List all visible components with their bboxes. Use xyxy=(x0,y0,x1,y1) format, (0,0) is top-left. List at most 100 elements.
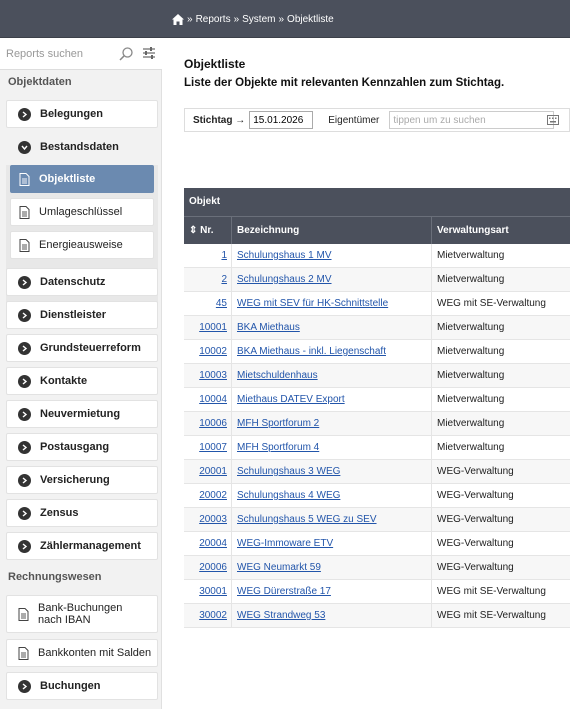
object-name-link[interactable]: BKA Miethaus xyxy=(237,322,300,333)
cell-bezeichnung: Schulungshaus 5 WEG zu SEV xyxy=(232,508,432,531)
sidebar-item-label: Dienstleister xyxy=(40,309,107,321)
search-input[interactable] xyxy=(0,38,110,69)
object-name-link[interactable]: BKA Miethaus - inkl. Liegenschaft xyxy=(237,346,386,357)
object-number-link[interactable]: 10004 xyxy=(199,394,227,405)
sidebar-item-belegungen[interactable]: Belegungen xyxy=(6,100,158,128)
sidebar-item-bestandsdaten[interactable]: Bestandsdaten xyxy=(6,133,158,161)
page-title: Objektliste xyxy=(184,57,246,71)
sidebar-item-label: Versicherung xyxy=(40,474,110,486)
object-number-link[interactable]: 20002 xyxy=(199,490,227,501)
home-icon[interactable] xyxy=(172,13,184,25)
stichtag-label: Stichtag → xyxy=(193,114,246,126)
sidebar-item-zensus[interactable]: Zensus xyxy=(6,499,158,527)
table-group-header: Objekt xyxy=(184,188,570,216)
object-number-link[interactable]: 20006 xyxy=(199,562,227,573)
object-number-link[interactable]: 10002 xyxy=(199,346,227,357)
cell-nr: 10003 xyxy=(184,364,232,387)
object-name-link[interactable]: Schulungshaus 2 MV xyxy=(237,274,332,285)
cell-nr: 10007 xyxy=(184,436,232,459)
sidebar-item-kontakte[interactable]: Kontakte xyxy=(6,367,158,395)
cell-bezeichnung: WEG Strandweg 53 xyxy=(232,604,432,627)
sidebar-item-zaehlermanagement[interactable]: Zählermanagement xyxy=(6,532,158,560)
object-number-link[interactable]: 10006 xyxy=(199,418,227,429)
cell-nr: 1 xyxy=(184,244,232,267)
object-name-link[interactable]: Schulungshaus 4 WEG xyxy=(237,490,340,501)
eigentuemer-input[interactable] xyxy=(389,111,555,129)
object-name-link[interactable]: WEG Strandweg 53 xyxy=(237,610,325,621)
column-header-bezeichnung[interactable]: Bezeichnung xyxy=(232,217,432,244)
sidebar-item-label: Grundsteuerreform xyxy=(40,342,141,354)
table-row: 30002 WEG Strandweg 53 WEG mit SE-Verwaltu… xyxy=(184,604,570,628)
object-number-link[interactable]: 20003 xyxy=(199,514,227,525)
cell-verwaltungsart: WEG-Verwaltung xyxy=(437,514,514,525)
cell-verwaltungsart: Mietverwaltung xyxy=(437,346,505,357)
sidebar-item-postausgang[interactable]: Postausgang xyxy=(6,433,158,461)
object-number-link[interactable]: 1 xyxy=(221,250,227,261)
chevron-right-icon xyxy=(18,679,31,693)
sidebar-item-dienstleister[interactable]: Dienstleister xyxy=(6,301,158,329)
object-number-link[interactable]: 30002 xyxy=(199,610,227,621)
object-number-link[interactable]: 20004 xyxy=(199,538,227,549)
object-name-link[interactable]: MFH Sportforum 4 xyxy=(237,442,319,453)
stichtag-input[interactable] xyxy=(249,111,314,129)
object-name-link[interactable]: Schulungshaus 5 WEG zu SEV xyxy=(237,514,377,525)
chevron-right-icon xyxy=(18,407,31,421)
document-icon xyxy=(18,646,29,660)
sidebar-item-umlageschluessel[interactable]: Umlageschlüssel xyxy=(10,198,154,226)
object-number-link[interactable]: 10001 xyxy=(199,322,227,333)
chevron-right-icon xyxy=(18,506,31,520)
object-name-link[interactable]: WEG Dürerstraße 17 xyxy=(237,586,331,597)
chevron-right-icon xyxy=(18,440,31,454)
sidebar-item-versicherung[interactable]: Versicherung xyxy=(6,466,158,494)
object-number-link[interactable]: 2 xyxy=(221,274,227,285)
sidebar-item-buchungen[interactable]: Buchungen xyxy=(6,672,158,700)
search-icon[interactable] xyxy=(118,46,134,62)
cell-verwaltungsart: Mietverwaltung xyxy=(437,442,505,453)
table-row: 10002 BKA Miethaus - inkl. Liegenschaft Mi… xyxy=(184,340,570,364)
sidebar-item-bankkonten[interactable]: Bankkonten mit Salden xyxy=(6,639,158,667)
cell-bezeichnung: BKA Miethaus - inkl. Liegenschaft xyxy=(232,340,432,363)
object-number-link[interactable]: 30001 xyxy=(199,586,227,597)
filter-settings-icon[interactable] xyxy=(142,46,156,60)
cell-bezeichnung: Schulungshaus 1 MV xyxy=(232,244,432,267)
breadcrumb-system[interactable]: System xyxy=(242,14,275,25)
breadcrumb-objektliste[interactable]: Objektliste xyxy=(287,14,334,25)
object-number-link[interactable]: 10007 xyxy=(199,442,227,453)
object-number-link[interactable]: 20001 xyxy=(199,466,227,477)
section-objektdaten: Objektdaten xyxy=(8,76,72,88)
object-name-link[interactable]: WEG Neumarkt 59 xyxy=(237,562,321,573)
object-name-link[interactable]: Schulungshaus 1 MV xyxy=(237,250,332,261)
table-header-row: ⇕ Nr. Bezeichnung Verwaltungsart xyxy=(184,216,570,244)
top-bar: » Reports » System » Objektliste xyxy=(0,0,570,38)
cell-bezeichnung: WEG Neumarkt 59 xyxy=(232,556,432,579)
sidebar-item-energieausweise[interactable]: Energieausweise xyxy=(10,231,154,259)
sidebar-item-neuvermietung[interactable]: Neuvermietung xyxy=(6,400,158,428)
page-subtitle: Liste der Objekte mit relevanten Kennzah… xyxy=(184,77,505,89)
cell-bezeichnung: WEG mit SEV für HK-Schnittstelle xyxy=(232,292,432,315)
object-name-link[interactable]: WEG-Immoware ETV xyxy=(237,538,333,549)
object-number-link[interactable]: 45 xyxy=(216,298,227,309)
cell-nr: 45 xyxy=(184,292,232,315)
sidebar-item-label: Energieausweise xyxy=(39,239,123,251)
document-icon xyxy=(19,238,30,252)
column-header-verwaltungsart[interactable]: Verwaltungsart xyxy=(432,217,570,244)
object-name-link[interactable]: MFH Sportforum 2 xyxy=(237,418,319,429)
sidebar-item-grundsteuerreform[interactable]: Grundsteuerreform xyxy=(6,334,158,362)
object-number-link[interactable]: 10003 xyxy=(199,370,227,381)
table-row: 10001 BKA Miethaus Mietverwaltung xyxy=(184,316,570,340)
cell-verwaltungsart: WEG-Verwaltung xyxy=(437,490,514,501)
object-name-link[interactable]: Schulungshaus 3 WEG xyxy=(237,466,340,477)
sidebar-item-datenschutz[interactable]: Datenschutz xyxy=(6,268,158,296)
sidebar-item-bank-buchungen[interactable]: Bank-Buchungen nach IBAN xyxy=(6,595,158,633)
document-icon xyxy=(19,172,30,186)
object-name-link[interactable]: Mietschuldenhaus xyxy=(237,370,318,381)
object-name-link[interactable]: Miethaus DATEV Export xyxy=(237,394,345,405)
cell-verwaltungsart: Mietverwaltung xyxy=(437,418,505,429)
keyboard-icon[interactable] xyxy=(547,114,559,126)
sidebar-item-objektliste[interactable]: Objektliste xyxy=(10,165,154,193)
cell-nr: 10001 xyxy=(184,316,232,339)
column-header-nr[interactable]: ⇕ Nr. xyxy=(184,217,232,244)
object-name-link[interactable]: WEG mit SEV für HK-Schnittstelle xyxy=(237,298,388,309)
chevron-right-icon xyxy=(18,341,31,355)
breadcrumb-reports[interactable]: Reports xyxy=(196,14,231,25)
